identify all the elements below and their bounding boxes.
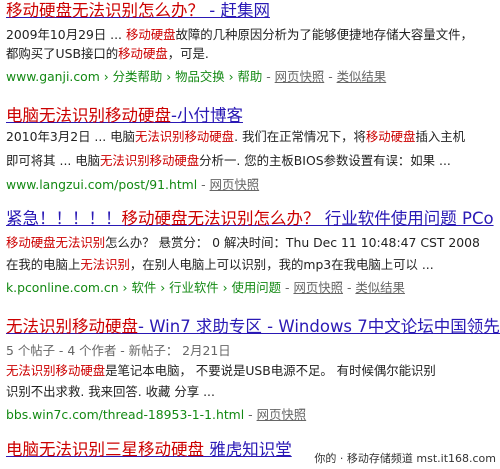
result-1-snippet-text-3: ，可是. (167, 46, 209, 61)
search-result-1: 移动硬盘无法识别怎么办？ - 赶集网 2009年10月29日 ... 移动硬盘故… (0, 0, 500, 90)
result-3-crumb-3[interactable]: 使用问题 (232, 280, 282, 295)
result-2-snippet-text-3: 即可将其 ... 电脑 (6, 153, 101, 168)
search-result-4: 无法识别移动硬盘- Win7 求助专区 - Windows 7中文论坛中国领先的… (0, 310, 500, 425)
result-2-highlight-2: 移动硬盘 (365, 129, 416, 144)
result-5-title-highlight: 电脑无法识别三星移动硬盘 (6, 440, 204, 459)
result-2-title-highlight: 电脑无法识别移动硬盘 (6, 106, 171, 125)
separator: - (266, 69, 275, 84)
result-2-url-line: www.langzui.com/post/91.html - 网页快照 (6, 176, 259, 193)
result-3-snippet-line-2: 在我的电脑上无法识别，在别人电脑上可以识别，我的mp3在我电脑上可以 ... (6, 256, 434, 273)
result-4-snippet-line-1: 无法识别移动硬盘是笔记本电脑， 不要说是USB电源不足。 有时候偶尔能识别 (6, 362, 436, 379)
result-2-snippet-line-2: 即可将其 ... 电脑无法识别移动硬盘分析一. 您的主板BIOS参数设置有误：如… (6, 152, 451, 169)
result-4-url: bbs.win7c.com/thread-18953-1-1.html (6, 407, 245, 422)
search-result-3: 紧急！！！！！移动硬盘无法识别怎么办？ 行业软件使用问题 PCo 移动硬盘无法识… (0, 203, 500, 303)
site-watermark: 你的 · 移动存储频道 mst.it168.com (314, 452, 496, 465)
separator: › (228, 69, 238, 84)
result-1-crumb-3[interactable]: 帮助 (238, 69, 263, 84)
result-3-similar-link[interactable]: 类似结果 (355, 280, 405, 295)
result-1-cache-link[interactable]: 网页快照 (275, 69, 325, 84)
result-4-title-link[interactable]: 无法识别移动硬盘- Win7 求助专区 - Windows 7中文论坛中国领先的 (6, 317, 500, 337)
result-3-highlight: 移动硬盘无法识别 (6, 235, 106, 250)
result-3-url: k.pconline.com.cn (6, 280, 119, 295)
result-4-snippet-text: 是笔记本电脑， 不要说是USB电源不足。 有时候偶尔能识别 (105, 363, 436, 378)
result-1-title-site: - 赶集网 (204, 1, 270, 20)
separator: - (328, 69, 337, 84)
result-2-snippet-text-2: 插入主机 (415, 129, 465, 144)
result-2-highlight-3: 无法识别移动硬盘 (100, 153, 200, 168)
result-1-highlight-2: 移动硬盘 (118, 46, 168, 61)
separator: - (248, 407, 257, 422)
result-1-title-highlight: 移动硬盘无法识别怎么办？ (6, 1, 204, 20)
result-1-date: 2009年10月29日 ... (6, 27, 126, 42)
result-1-snippet-text-2: 都购买了USB接口的 (6, 46, 119, 61)
separator: › (160, 280, 170, 295)
result-3-snippet-text-3: ，在别人电脑上可以识别，我的mp3在我电脑上可以 ... (129, 257, 434, 272)
result-3-cache-link[interactable]: 网页快照 (293, 280, 343, 295)
separator: › (103, 69, 113, 84)
result-3-title-link[interactable]: 紧急！！！！！移动硬盘无法识别怎么办？ 行业软件使用问题 PCo (6, 209, 494, 229)
result-2-snippet-line-1: 2010年3月2日 ... 电脑无法识别移动硬盘. 我们在正常情况下，将移动硬盘… (6, 128, 465, 145)
result-4-url-line: bbs.win7c.com/thread-18953-1-1.html - 网页… (6, 406, 306, 423)
result-2-cache-link[interactable]: 网页快照 (210, 177, 260, 192)
separator: › (222, 280, 232, 295)
result-2-title-link[interactable]: 电脑无法识别移动硬盘-小付博客 (6, 106, 243, 126)
result-1-crumb-2[interactable]: 物品交换 (175, 69, 225, 84)
separator: › (166, 69, 176, 84)
result-5-title-link[interactable]: 电脑无法识别三星移动硬盘 雅虎知识堂 (6, 440, 292, 460)
result-3-snippet-text: 怎么办？ 悬赏分： 0 解决时间：Thu Dec 11 10:48:47 CST… (105, 235, 480, 250)
result-1-snippet-line-1: 2009年10月29日 ... 移动硬盘故障的几种原因分析为了能够便捷地存储大容… (6, 26, 473, 43)
separator: - (201, 177, 210, 192)
result-1-snippet-text: 故障的几种原因分析为了能够便捷地存储大容量文件， (175, 27, 473, 42)
result-2-snippet-text: . 我们在正常情况下，将 (234, 129, 366, 144)
result-3-title-highlight: 移动硬盘无法识别怎么办？ (121, 209, 320, 228)
result-3-snippet-line-1: 移动硬盘无法识别怎么办？ 悬赏分： 0 解决时间：Thu Dec 11 10:4… (6, 234, 480, 251)
result-1-snippet-line-2: 都购买了USB接口的移动硬盘，可是. (6, 45, 209, 62)
result-2-snippet-text-4: 分析一. 您的主板BIOS参数设置有误：如果 ... (199, 153, 451, 168)
result-3-snippet-text-2: 在我的电脑上 (6, 257, 81, 272)
result-2-date: 2010年3月2日 ... 电脑 (6, 129, 135, 144)
result-3-url-line: k.pconline.com.cn › 软件 › 行业软件 › 使用问题 - 网… (6, 279, 405, 296)
result-4-snippet-line-2: 识别不出求救. 我来回答. 收藏 分享 ... (6, 384, 215, 399)
result-4-title-highlight: 无法识别移动硬盘 (6, 317, 138, 336)
result-1-highlight: 移动硬盘 (125, 27, 176, 42)
result-4-meta: 5 个帖子 - 4 个作者 - 新帖子： 2月21日 (6, 343, 231, 358)
result-4-highlight: 无法识别移动硬盘 (6, 363, 106, 378)
result-4-cache-link[interactable]: 网页快照 (257, 407, 307, 422)
result-1-url-line: www.ganji.com › 分类帮助 › 物品交换 › 帮助 - 网页快照 … (6, 68, 386, 85)
result-2-highlight: 无法识别移动硬盘 (134, 129, 235, 144)
result-3-title-site: 行业软件使用问题 PCo (319, 209, 494, 228)
result-1-crumb-1[interactable]: 分类帮助 (113, 69, 163, 84)
result-1-similar-link[interactable]: 类似结果 (337, 69, 387, 84)
result-3-crumb-1[interactable]: 软件 (131, 280, 156, 295)
result-3-title-prefix: 紧急！！！！！ (6, 209, 122, 228)
result-1-url: www.ganji.com (6, 69, 100, 84)
result-3-crumb-2[interactable]: 行业软件 (169, 280, 219, 295)
result-1-title-link[interactable]: 移动硬盘无法识别怎么办？ - 赶集网 (6, 1, 270, 21)
result-2-url: www.langzui.com/post/91.html (6, 177, 198, 192)
result-5-title-site: 雅虎知识堂 (204, 440, 292, 459)
result-4-title-site: - Win7 求助专区 - Windows 7中文论坛中国领先的 (138, 317, 500, 336)
result-3-highlight-2: 无法识别 (80, 257, 130, 272)
result-2-title-site: -小付博客 (171, 106, 243, 125)
search-result-2: 电脑无法识别移动硬盘-小付博客 2010年3月2日 ... 电脑无法识别移动硬盘… (0, 100, 500, 195)
